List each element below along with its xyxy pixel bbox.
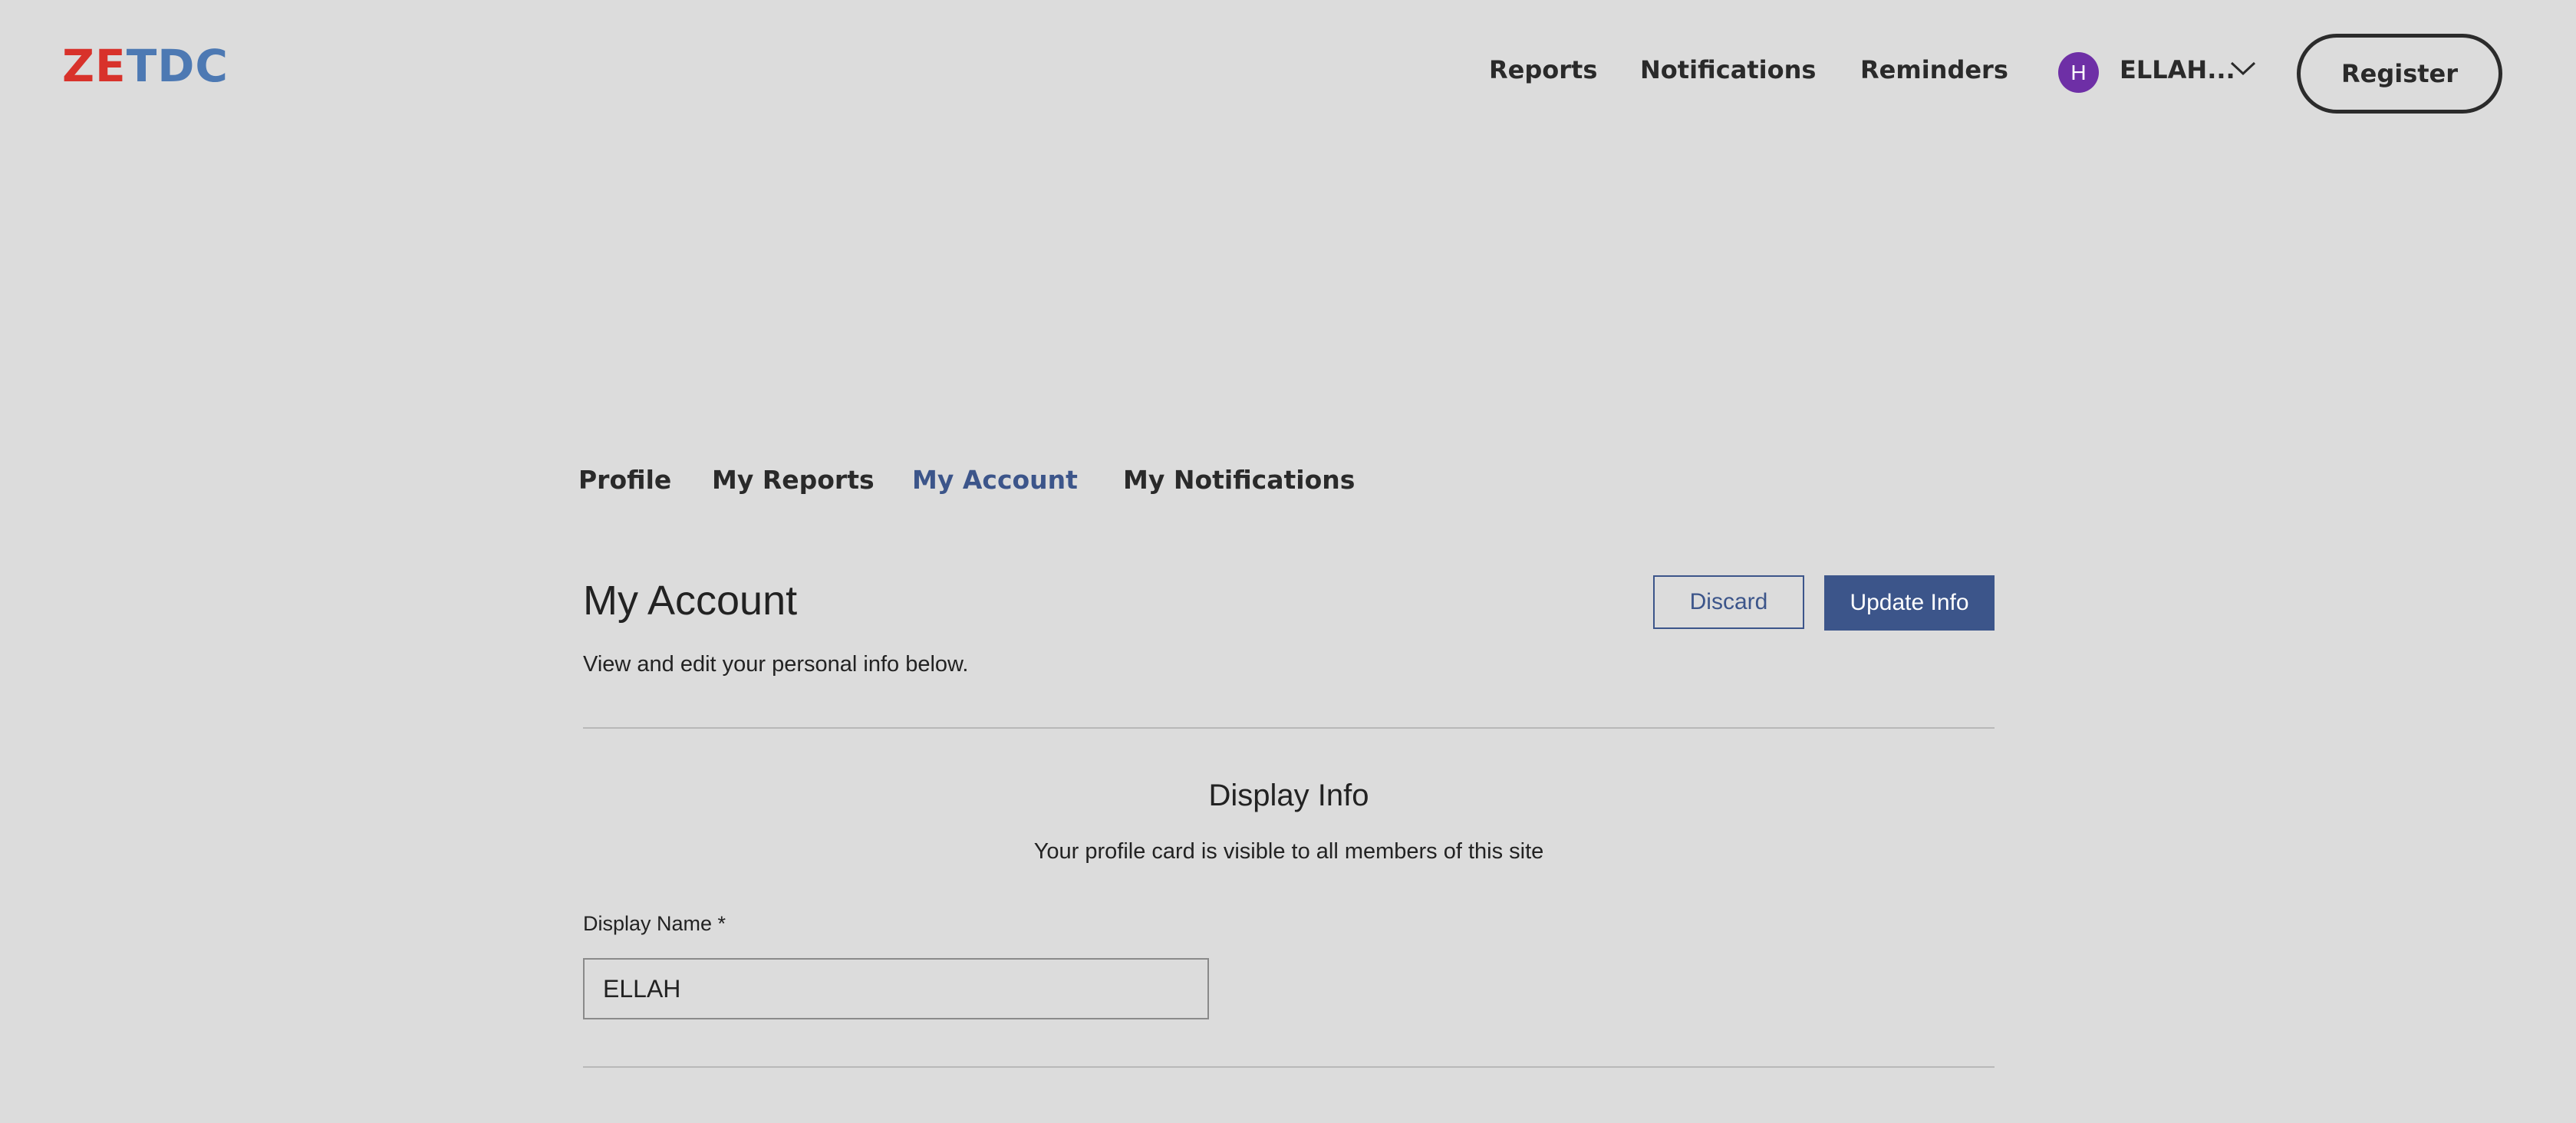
tab-my-account[interactable]: My Account [912,465,1078,495]
nav-notifications-link[interactable]: Notifications [1640,55,1816,84]
logo-text-tdc: TDC [126,40,229,92]
section-divider-bottom [583,1066,1995,1068]
discard-button[interactable]: Discard [1653,575,1804,629]
user-name[interactable]: ELLAH... [2120,55,2235,84]
user-avatar[interactable]: H [2058,52,2099,93]
logo-text-ze: ZE [62,40,127,92]
page-subtitle: View and edit your personal info below. [583,652,969,677]
chevron-down-icon[interactable] [2229,60,2257,77]
display-info-title: Display Info [1208,779,1369,812]
nav-reports-link[interactable]: Reports [1489,55,1597,84]
update-info-button[interactable]: Update Info [1824,575,1995,631]
display-info-subtitle: Your profile card is visible to all memb… [1033,839,1544,864]
site-logo[interactable]: ZETDC [62,42,229,90]
display-name-field[interactable] [583,958,1209,1019]
tab-my-reports[interactable]: My Reports [712,465,875,495]
page-title: My Account [583,578,798,624]
nav-reminders-link[interactable]: Reminders [1860,55,2008,84]
section-divider-top [583,727,1995,729]
tab-my-notifications[interactable]: My Notifications [1123,465,1355,495]
display-name-label: Display Name * [583,912,726,935]
tab-profile[interactable]: Profile [578,465,671,495]
register-button[interactable]: Register [2297,34,2502,114]
